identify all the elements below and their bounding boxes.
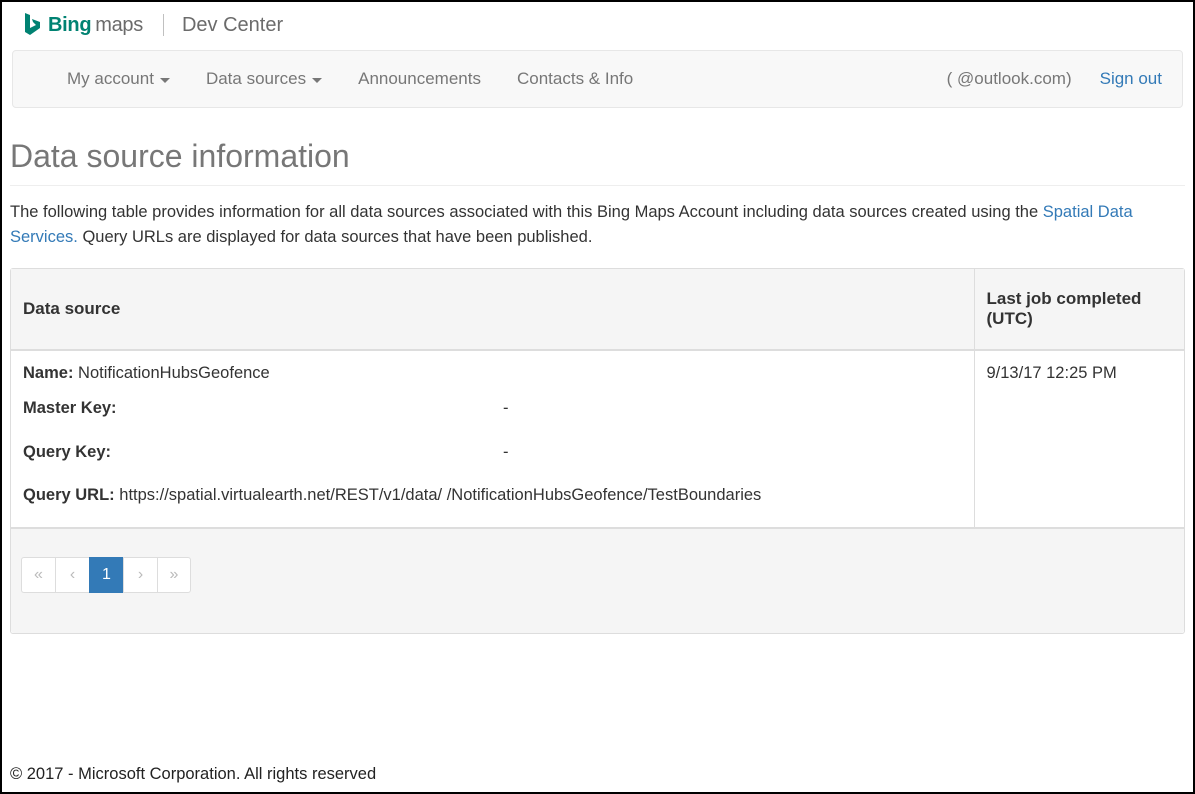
intro-suffix: Query URLs are displayed for data source… xyxy=(78,228,593,246)
bing-logo-icon xyxy=(22,12,42,38)
col-data-source: Data source xyxy=(11,269,974,350)
logo-bing-text: Bing xyxy=(48,14,91,37)
nav-announcements-label: Announcements xyxy=(358,69,481,89)
cell-last-job: 9/13/17 12:25 PM xyxy=(974,350,1184,528)
header-divider xyxy=(163,14,164,36)
nav-contacts-label: Contacts & Info xyxy=(517,69,633,89)
pagination: « ‹ 1 › » xyxy=(21,557,191,593)
dev-center-label: Dev Center xyxy=(182,14,283,37)
data-source-panel: Data source Last job completed (UTC) Nam… xyxy=(10,268,1185,634)
nav-contacts-info[interactable]: Contacts & Info xyxy=(499,51,651,107)
chevron-down-icon xyxy=(312,78,322,83)
nav-announcements[interactable]: Announcements xyxy=(340,51,499,107)
logo-maps-text: maps xyxy=(95,14,143,37)
name-label: Name: xyxy=(23,364,73,382)
page-next[interactable]: › xyxy=(123,557,157,593)
header: Bing maps Dev Center xyxy=(2,2,1193,44)
nav-my-account[interactable]: My account xyxy=(13,51,188,107)
nav-data-sources[interactable]: Data sources xyxy=(188,51,340,107)
logo[interactable]: Bing maps xyxy=(22,12,143,38)
intro-paragraph: The following table provides information… xyxy=(10,200,1185,250)
page-prev[interactable]: ‹ xyxy=(55,557,89,593)
sign-out-link[interactable]: Sign out xyxy=(1100,69,1162,89)
query-url-label: Query URL: xyxy=(23,486,115,504)
data-source-table: Data source Last job completed (UTC) Nam… xyxy=(11,269,1184,528)
nav-left: My account Data sources Announcements Co… xyxy=(13,51,651,107)
page-current[interactable]: 1 xyxy=(89,557,123,593)
nav-my-account-label: My account xyxy=(67,69,154,89)
navbar: My account Data sources Announcements Co… xyxy=(12,50,1183,108)
query-url-value: https://spatial.virtualearth.net/REST/v1… xyxy=(119,486,761,504)
nav-data-sources-label: Data sources xyxy=(206,69,306,89)
intro-prefix: The following table provides information… xyxy=(10,203,1043,221)
query-key-label: Query Key: xyxy=(23,443,111,461)
master-key-label: Master Key: xyxy=(23,399,117,417)
page-title: Data source information xyxy=(10,138,1185,186)
page-last[interactable]: » xyxy=(157,557,191,593)
last-job-value: 9/13/17 12:25 PM xyxy=(987,364,1117,382)
panel-footer: « ‹ 1 › » xyxy=(11,528,1184,633)
table-header-row: Data source Last job completed (UTC) xyxy=(11,269,1184,350)
content: Data source information The following ta… xyxy=(2,108,1193,634)
col-last-job: Last job completed (UTC) xyxy=(974,269,1184,350)
nav-user-email: ( @outlook.com) xyxy=(947,69,1072,89)
name-value: NotificationHubsGeofence xyxy=(78,364,270,382)
table-row: Name: NotificationHubsGeofence Master Ke… xyxy=(11,350,1184,528)
master-key-value: - xyxy=(503,396,509,422)
page-first[interactable]: « xyxy=(21,557,55,593)
nav-right: ( @outlook.com) Sign out xyxy=(947,69,1182,89)
cell-data-source: Name: NotificationHubsGeofence Master Ke… xyxy=(11,350,974,528)
query-key-value: - xyxy=(503,440,509,466)
footer-copyright: © 2017 - Microsoft Corporation. All righ… xyxy=(10,765,376,784)
chevron-down-icon xyxy=(160,78,170,83)
